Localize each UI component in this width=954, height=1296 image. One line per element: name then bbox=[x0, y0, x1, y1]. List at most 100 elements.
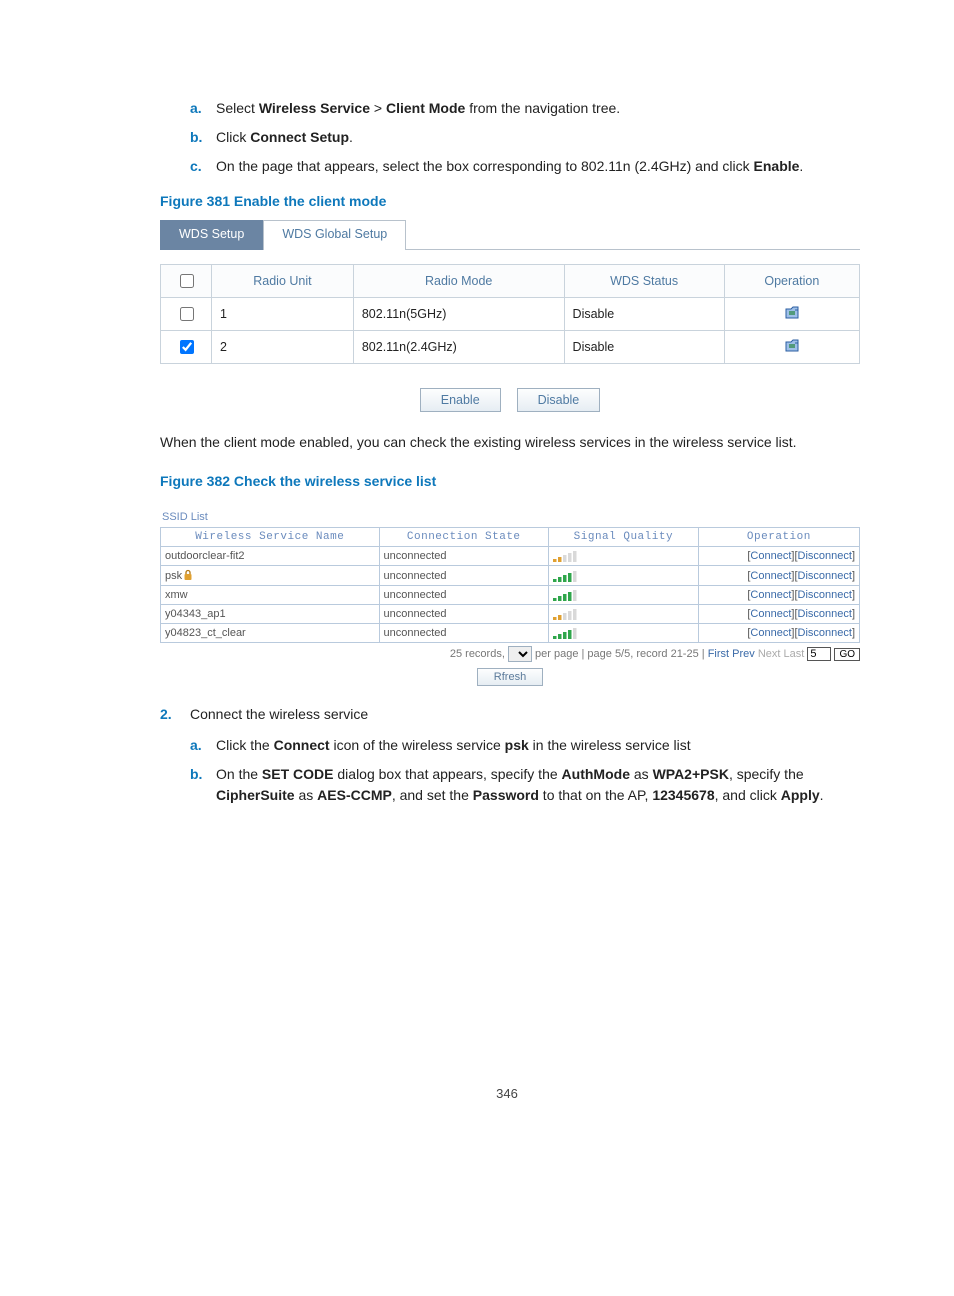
records-text: 25 records, bbox=[450, 648, 505, 660]
connect-link[interactable]: Connect bbox=[750, 627, 791, 639]
ssid-table: Wireless Service Name Connection State S… bbox=[160, 527, 860, 643]
marker-a: a. bbox=[190, 735, 216, 756]
substep-a: a. Select Wireless Service > Client Mode… bbox=[190, 98, 854, 119]
step-2: 2. Connect the wireless service bbox=[160, 704, 854, 725]
disconnect-link[interactable]: Disconnect bbox=[798, 608, 852, 620]
connect-link[interactable]: Connect bbox=[750, 550, 791, 562]
table-row: pskunconnected [Connect][Disconnect] bbox=[161, 566, 860, 586]
last-link[interactable]: Last bbox=[784, 648, 805, 660]
first-link[interactable]: First bbox=[708, 648, 729, 660]
cell-radio-unit: 2 bbox=[212, 331, 354, 364]
marker-c: c. bbox=[190, 156, 216, 177]
disconnect-link[interactable]: Disconnect bbox=[798, 550, 852, 562]
select-all-checkbox[interactable] bbox=[180, 274, 194, 288]
cell-connection-state: unconnected bbox=[379, 624, 548, 643]
table-row: xmwunconnected [Connect][Disconnect] bbox=[161, 586, 860, 605]
cell-wds-status: Disable bbox=[564, 331, 724, 364]
step-2-marker: 2. bbox=[160, 704, 190, 725]
table-row: 2802.11n(2.4GHz)Disable bbox=[161, 331, 860, 364]
marker-a: a. bbox=[190, 98, 216, 119]
col-operation: Operation bbox=[724, 265, 859, 298]
col-service-name: Wireless Service Name bbox=[161, 528, 380, 547]
perpage-select[interactable]: 5 bbox=[508, 646, 532, 662]
cell-radio-mode: 802.11n(2.4GHz) bbox=[353, 331, 564, 364]
cell-service-name: xmw bbox=[161, 586, 380, 605]
disable-button[interactable]: Disable bbox=[517, 388, 601, 412]
ssid-list-title: SSID List bbox=[160, 507, 860, 527]
cell-operation: [Connect][Disconnect] bbox=[698, 566, 859, 586]
disconnect-link[interactable]: Disconnect bbox=[798, 627, 852, 639]
marker-b: b. bbox=[190, 127, 216, 148]
table-row: 1802.11n(5GHz)Disable bbox=[161, 298, 860, 331]
substep-b-text: Click Connect Setup. bbox=[216, 127, 353, 148]
goto-input[interactable] bbox=[807, 647, 831, 661]
signal-icon bbox=[548, 586, 698, 605]
substeps-2: a. Click the Connect icon of the wireles… bbox=[190, 735, 854, 806]
cell-wds-status: Disable bbox=[564, 298, 724, 331]
next-link[interactable]: Next bbox=[758, 648, 781, 660]
connect-link[interactable]: Connect bbox=[750, 608, 791, 620]
row-checkbox[interactable] bbox=[180, 340, 194, 354]
substeps-1: a. Select Wireless Service > Client Mode… bbox=[190, 98, 854, 177]
wds-table: Radio Unit Radio Mode WDS Status Operati… bbox=[160, 264, 860, 364]
page-number: 346 bbox=[160, 1086, 854, 1101]
cell-connection-state: unconnected bbox=[379, 547, 548, 566]
row-checkbox[interactable] bbox=[180, 307, 194, 321]
figure-381-caption: Figure 381 Enable the client mode bbox=[160, 193, 854, 209]
operation-icon[interactable] bbox=[724, 331, 859, 364]
substep-2b-text: On the SET CODE dialog box that appears,… bbox=[216, 764, 854, 806]
substep-2a: a. Click the Connect icon of the wireles… bbox=[190, 735, 854, 756]
lock-icon bbox=[182, 570, 194, 582]
cell-connection-state: unconnected bbox=[379, 566, 548, 586]
cell-radio-unit: 1 bbox=[212, 298, 354, 331]
tab-bar: WDS Setup WDS Global Setup bbox=[160, 219, 860, 250]
substep-2b: b. On the SET CODE dialog box that appea… bbox=[190, 764, 854, 806]
table-row: y04823_ct_clearunconnected [Connect][Disc… bbox=[161, 624, 860, 643]
substep-2a-text: Click the Connect icon of the wireless s… bbox=[216, 735, 691, 756]
pager: 25 records, 5 per page | page 5/5, recor… bbox=[160, 646, 860, 662]
figure-382-caption: Figure 382 Check the wireless service li… bbox=[160, 473, 854, 489]
disconnect-link[interactable]: Disconnect bbox=[798, 589, 852, 601]
step-2-title: Connect the wireless service bbox=[190, 704, 368, 725]
cell-radio-mode: 802.11n(5GHz) bbox=[353, 298, 564, 331]
cell-service-name: y04823_ct_clear bbox=[161, 624, 380, 643]
tab-wds-global-setup[interactable]: WDS Global Setup bbox=[263, 220, 406, 250]
signal-icon bbox=[548, 605, 698, 624]
col-signal-quality: Signal Quality bbox=[548, 528, 698, 547]
cell-service-name: psk bbox=[161, 566, 380, 586]
marker-b: b. bbox=[190, 764, 216, 806]
go-button[interactable]: GO bbox=[834, 648, 860, 661]
table-row: outdoorclear-fit2unconnected[Connect][Di… bbox=[161, 547, 860, 566]
signal-icon bbox=[548, 547, 698, 566]
prev-link[interactable]: Prev bbox=[732, 648, 755, 660]
signal-icon bbox=[548, 566, 698, 586]
button-row: Enable Disable bbox=[160, 388, 860, 412]
operation-icon[interactable] bbox=[724, 298, 859, 331]
table-row: y04343_ap1unconnected[Connect][Disconnec… bbox=[161, 605, 860, 624]
cell-connection-state: unconnected bbox=[379, 586, 548, 605]
col-radio-mode: Radio Mode bbox=[353, 265, 564, 298]
col-connection-state: Connection State bbox=[379, 528, 548, 547]
col-radio-unit: Radio Unit bbox=[212, 265, 354, 298]
disconnect-link[interactable]: Disconnect bbox=[798, 570, 852, 582]
substep-b: b. Click Connect Setup. bbox=[190, 127, 854, 148]
cell-operation: [Connect][Disconnect] bbox=[698, 624, 859, 643]
enable-button[interactable]: Enable bbox=[420, 388, 501, 412]
tab-wds-setup[interactable]: WDS Setup bbox=[160, 220, 263, 250]
substep-c: c. On the page that appears, select the … bbox=[190, 156, 854, 177]
col-wds-status: WDS Status bbox=[564, 265, 724, 298]
cell-service-name: y04343_ap1 bbox=[161, 605, 380, 624]
figure-382: SSID List Wireless Service Name Connecti… bbox=[160, 507, 860, 686]
cell-service-name: outdoorclear-fit2 bbox=[161, 547, 380, 566]
perpage-text: per page | page 5/5, record 21-25 | bbox=[535, 648, 705, 660]
cell-connection-state: unconnected bbox=[379, 605, 548, 624]
col-operation: Operation bbox=[698, 528, 859, 547]
connect-link[interactable]: Connect bbox=[750, 570, 791, 582]
cell-operation: [Connect][Disconnect] bbox=[698, 586, 859, 605]
substep-c-text: On the page that appears, select the box… bbox=[216, 156, 803, 177]
connect-link[interactable]: Connect bbox=[750, 589, 791, 601]
refresh-button[interactable]: Rfresh bbox=[477, 668, 543, 686]
signal-icon bbox=[548, 624, 698, 643]
mid-paragraph: When the client mode enabled, you can ch… bbox=[160, 432, 854, 453]
substep-a-text: Select Wireless Service > Client Mode fr… bbox=[216, 98, 620, 119]
